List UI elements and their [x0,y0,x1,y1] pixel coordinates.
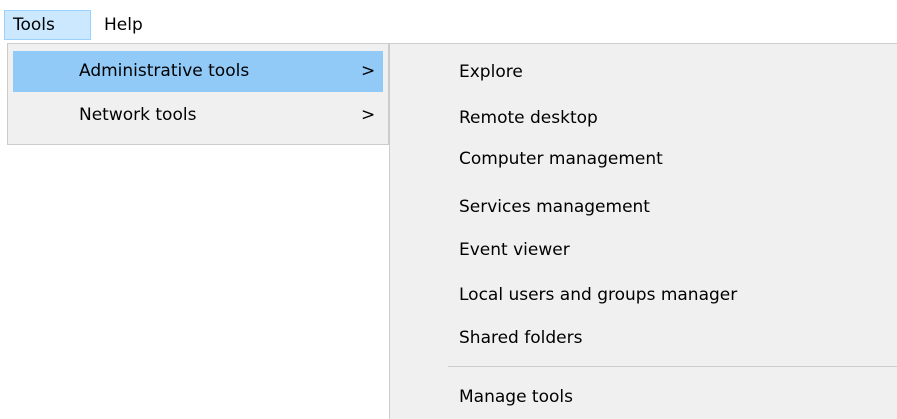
submenu-item-services-management[interactable]: Services management [390,187,897,227]
menu-item-label: Network tools [79,105,197,125]
tools-dropdown-menu: Administrative tools > Network tools > [7,43,389,145]
menu-help[interactable]: Help [96,10,156,40]
submenu-item-remote-desktop[interactable]: Remote desktop [390,98,897,138]
submenu-item-local-users-and-groups[interactable]: Local users and groups manager [390,275,897,315]
submenu-item-label: Local users and groups manager [459,285,738,305]
menu-item-network-tools[interactable]: Network tools > [13,95,383,136]
submenu-item-label: Event viewer [459,240,570,260]
submenu-item-label: Explore [459,62,523,82]
submenu-item-event-viewer[interactable]: Event viewer [390,230,897,270]
menu-item-label: Administrative tools [79,61,250,81]
submenu-item-label: Manage tools [459,387,573,407]
submenu-item-explore[interactable]: Explore [390,52,897,92]
administrative-tools-submenu: Explore Remote desktop Computer manageme… [389,43,897,419]
chevron-right-icon: > [361,61,376,81]
menu-tools[interactable]: Tools [4,10,91,40]
submenu-item-shared-folders[interactable]: Shared folders [390,318,897,358]
submenu-item-label: Computer management [459,149,663,169]
submenu-item-manage-tools[interactable]: Manage tools [390,377,897,417]
submenu-item-computer-management[interactable]: Computer management [390,139,897,179]
submenu-item-label: Shared folders [459,328,583,348]
submenu-item-label: Services management [459,197,650,217]
menu-separator [448,366,897,367]
submenu-item-label: Remote desktop [459,108,598,128]
menu-item-administrative-tools[interactable]: Administrative tools > [13,51,383,92]
menu-bar: Tools Help [0,0,897,42]
chevron-right-icon: > [361,105,376,125]
